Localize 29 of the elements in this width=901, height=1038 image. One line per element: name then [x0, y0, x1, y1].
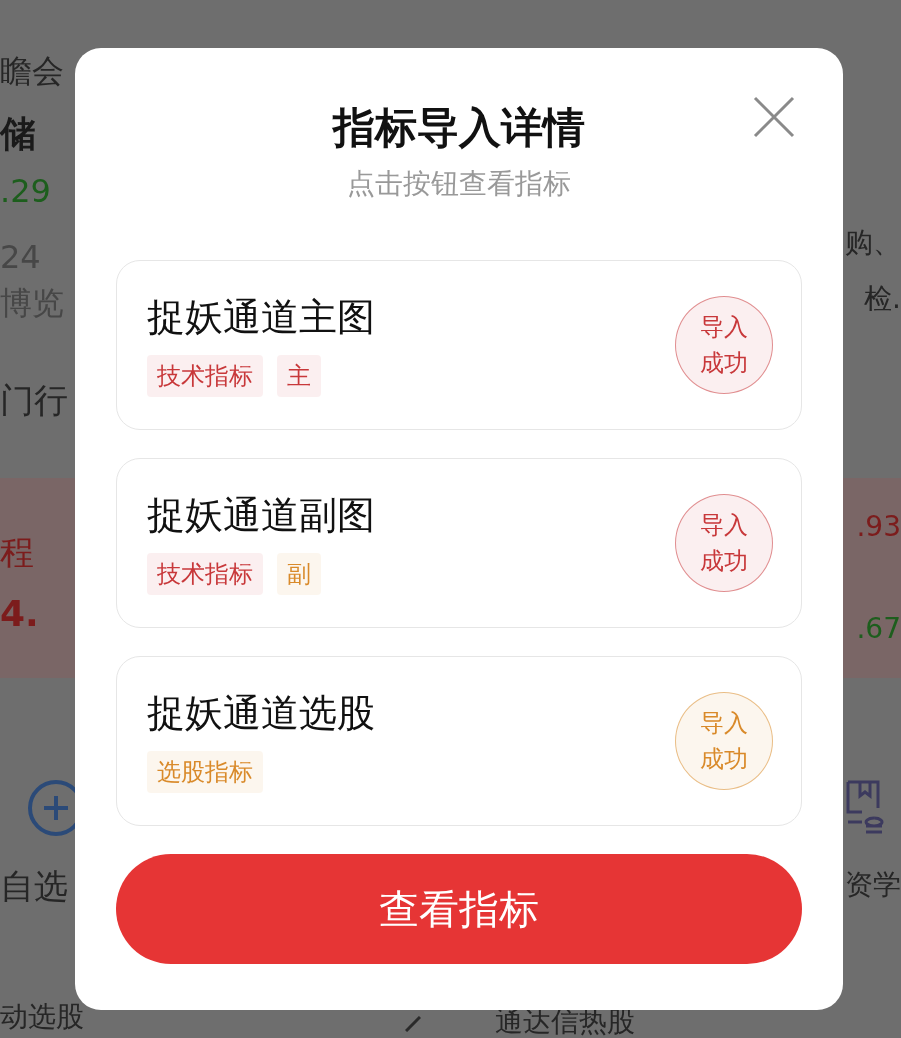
- background-text: .29: [0, 172, 51, 211]
- status-stamp: 导入成功: [675, 692, 773, 790]
- indicator-tag: 副: [277, 553, 321, 595]
- indicator-name: 捉妖通道副图: [147, 492, 376, 539]
- indicator-tag: 技术指标: [147, 553, 263, 595]
- background-text: .67: [856, 612, 901, 646]
- view-indicators-button[interactable]: 查看指标: [116, 854, 802, 964]
- indicator-name: 捉妖通道主图: [147, 294, 376, 341]
- background-text: 瞻会: [0, 52, 64, 91]
- status-stamp: 导入成功: [675, 296, 773, 394]
- background-text: 4.: [0, 592, 39, 636]
- background-text: 程: [0, 532, 34, 573]
- background-text: .93: [856, 510, 901, 544]
- indicator-tag: 选股指标: [147, 751, 263, 793]
- background-text: 购、: [845, 226, 901, 260]
- background-text: 检.: [864, 282, 901, 316]
- close-icon[interactable]: [753, 96, 795, 138]
- background-text: 门行: [0, 380, 68, 421]
- indicator-tag: 技术指标: [147, 355, 263, 397]
- background-text: 资学: [845, 868, 901, 902]
- indicator-tag: 主: [277, 355, 321, 397]
- dialog-subtitle: 点击按钮查看指标: [347, 166, 571, 202]
- indicator-name: 捉妖通道选股: [147, 690, 376, 737]
- background-text: 自选: [0, 866, 68, 907]
- add-icon[interactable]: [26, 778, 76, 838]
- background-text: 动选股: [0, 1000, 84, 1034]
- status-stamp: 导入成功: [675, 494, 773, 592]
- chevron-icon: [405, 1016, 421, 1032]
- dialog-title: 指标导入详情: [333, 102, 585, 154]
